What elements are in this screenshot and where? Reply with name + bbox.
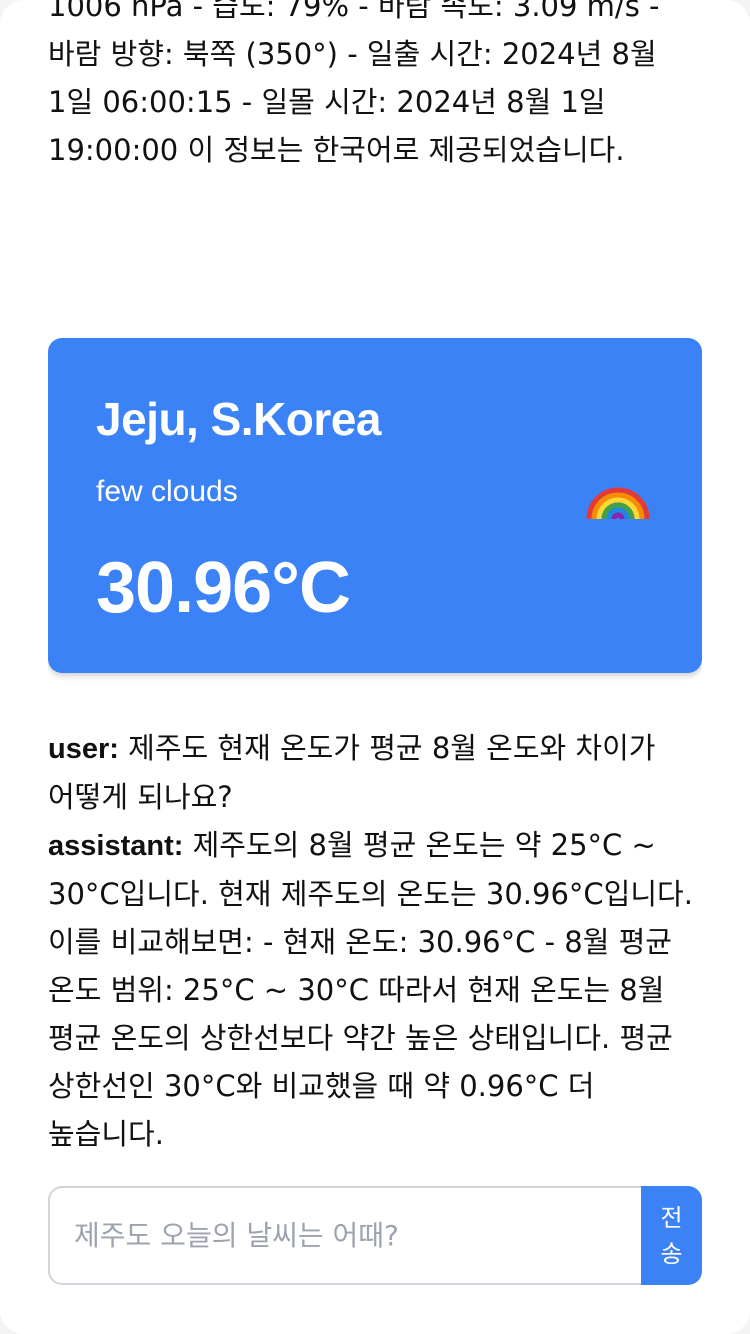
assistant-message-text: 제주도의 8월 평균 온도는 약 25°C ~ 30°C입니다. 현재 제주도의… [48, 828, 693, 1151]
chat-window: - 최저 온도: 30.00°C - 최고 온도: 30.96°C - 기압: … [0, 0, 750, 1334]
user-message-text: 제주도 현재 온도가 평균 8월 온도와 차이가 어떻게 되나요? [48, 731, 656, 814]
assistant-role-label: assistant: [48, 830, 184, 862]
weather-temperature: 30.96°C [96, 548, 351, 628]
user-message: user: 제주도 현재 온도가 평균 8월 온도와 차이가 어떻게 되나요? [48, 724, 702, 821]
assistant-message: assistant: 제주도의 8월 평균 온도는 약 25°C ~ 30°C입… [48, 821, 702, 1158]
weather-city: Jeju, S.Korea [96, 393, 381, 445]
chat-messages: user: 제주도 현재 온도가 평균 8월 온도와 차이가 어떻게 되나요? … [48, 724, 702, 1158]
weather-card: Jeju, S.Korea few clouds 30.96°C [48, 338, 702, 673]
previous-assistant-message: - 최저 온도: 30.00°C - 최고 온도: 30.96°C - 기압: … [48, 0, 660, 167]
message-input[interactable] [48, 1186, 641, 1285]
message-input-bar: 전송 [48, 1186, 702, 1285]
send-button[interactable]: 전송 [641, 1186, 702, 1285]
rainbow-icon [586, 487, 650, 520]
chat-scroll-area[interactable]: - 최저 온도: 30.00°C - 최고 온도: 30.96°C - 기압: … [48, 0, 702, 1180]
user-role-label: user: [48, 733, 119, 765]
weather-description: few clouds [96, 475, 238, 508]
